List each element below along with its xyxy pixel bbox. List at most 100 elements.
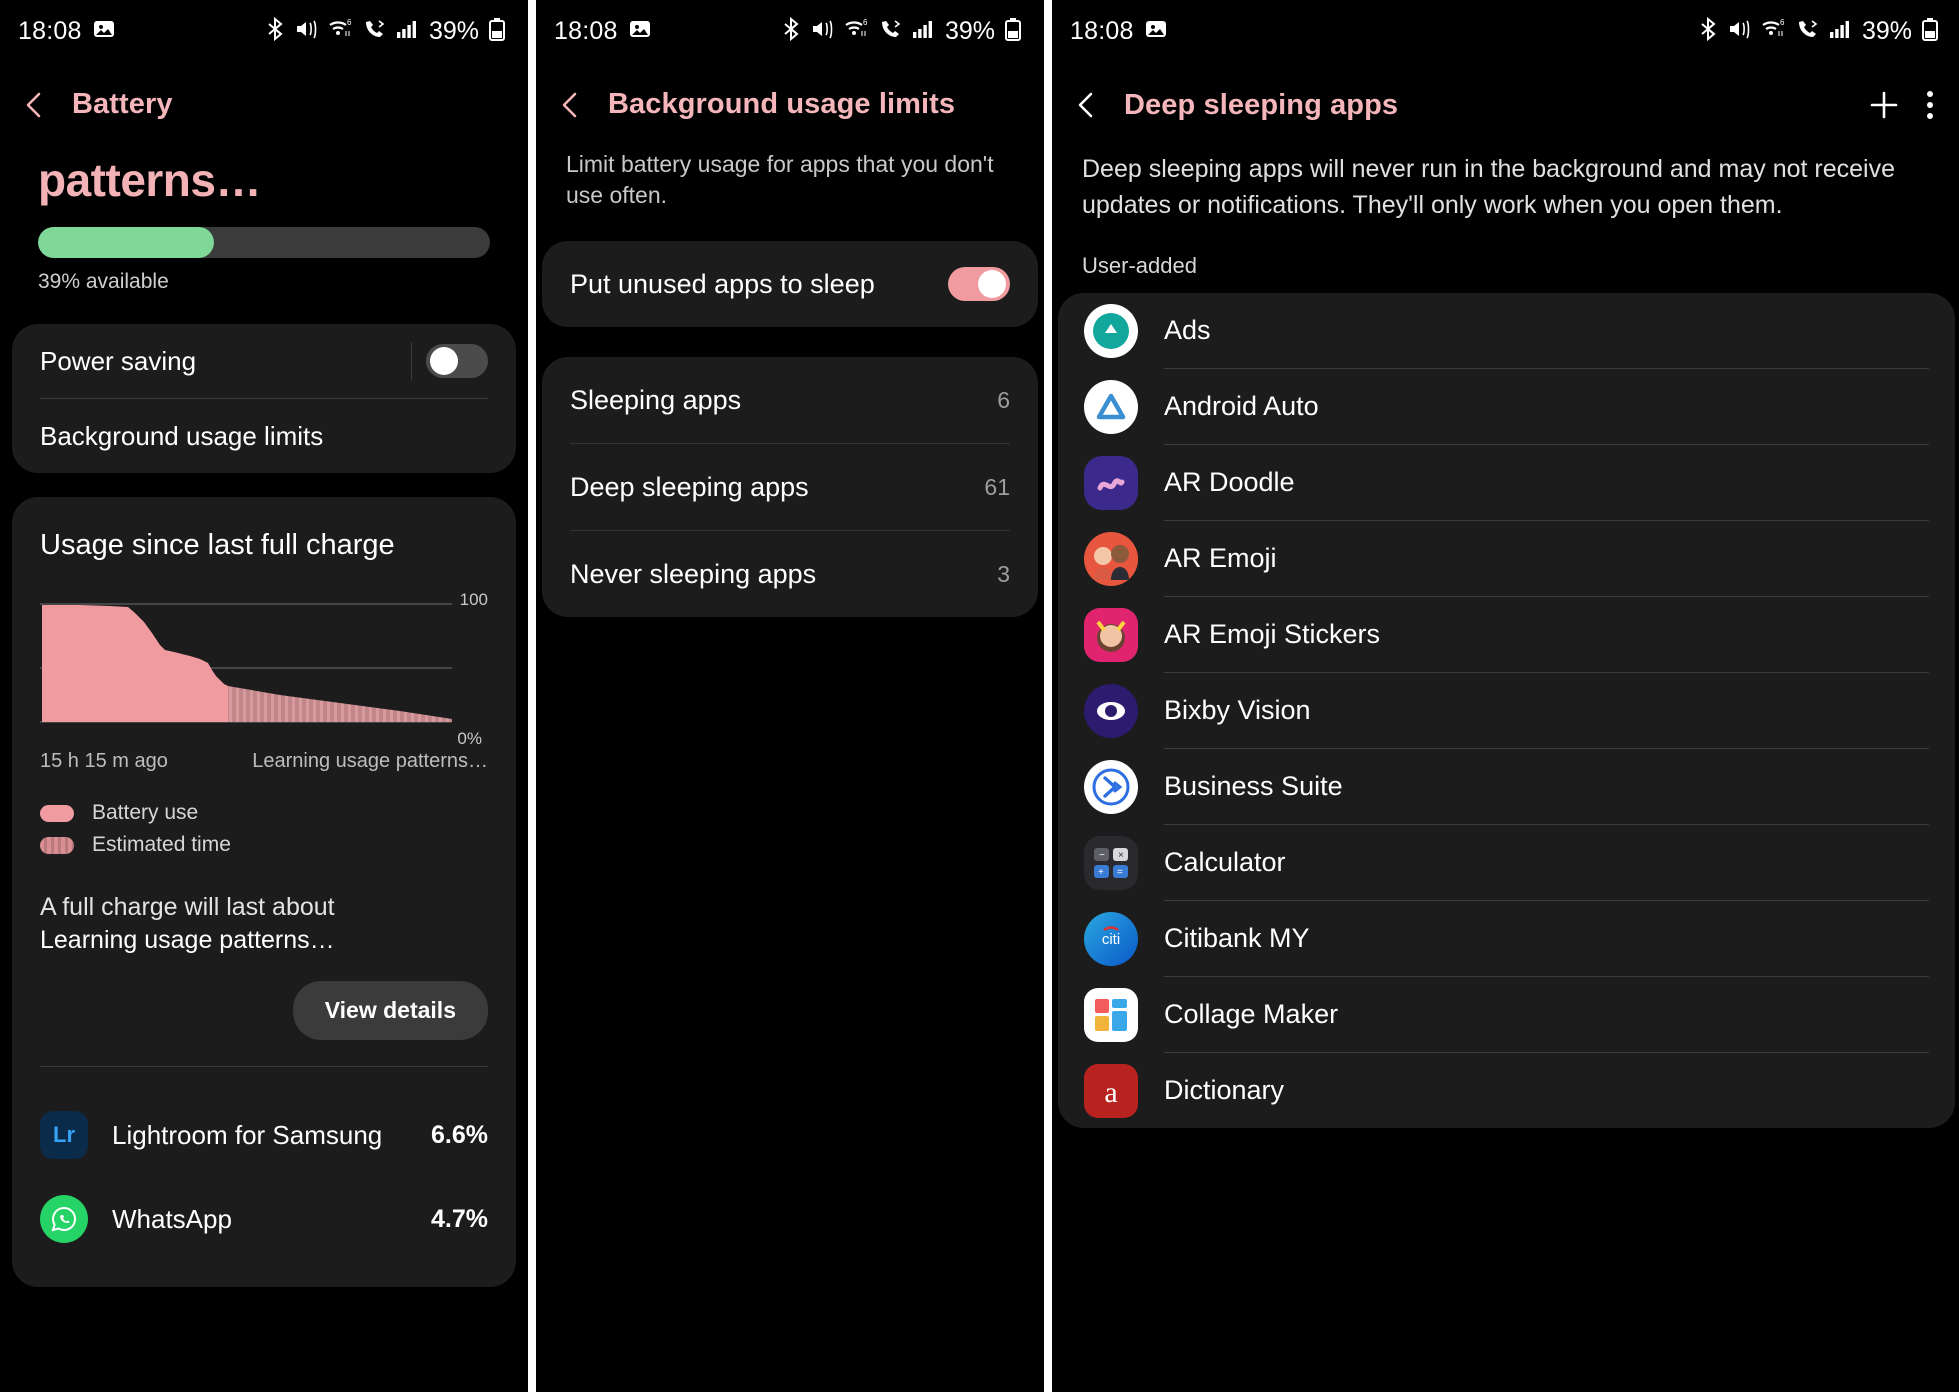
battery-bar-track bbox=[38, 227, 490, 258]
image-icon bbox=[1144, 17, 1168, 46]
app-name: Android Auto bbox=[1164, 391, 1319, 421]
status-bar-right: 6 39% bbox=[782, 16, 1022, 46]
svg-text:6: 6 bbox=[1780, 18, 1785, 27]
call-forwarding-icon bbox=[879, 18, 903, 45]
plus-icon[interactable] bbox=[1867, 88, 1901, 122]
app-name: Bixby Vision bbox=[1164, 695, 1311, 725]
back-chevron-icon[interactable] bbox=[1072, 90, 1102, 120]
chart-legend: Battery use Estimated time bbox=[40, 801, 488, 857]
app-name: Calculator bbox=[1164, 847, 1286, 877]
svg-text:6: 6 bbox=[863, 18, 868, 27]
row-power-saving[interactable]: Power saving bbox=[12, 324, 516, 398]
status-bar-left: 18:08 bbox=[18, 17, 116, 46]
battery-settings-card: Power saving Background usage limits bbox=[12, 324, 516, 473]
row-put-unused-apps-to-sleep[interactable]: Put unused apps to sleep bbox=[542, 241, 1038, 327]
business-suite-icon bbox=[1084, 759, 1138, 814]
list-item[interactable]: AR Emoji bbox=[1058, 521, 1955, 596]
svg-text:citi: citi bbox=[1102, 931, 1120, 948]
bluetooth-icon bbox=[782, 16, 802, 46]
list-item[interactable]: Business Suite bbox=[1058, 749, 1955, 824]
legend-label: Estimated time bbox=[92, 833, 231, 856]
toggle-knob bbox=[978, 270, 1006, 299]
battery-big-title: patterns… bbox=[38, 154, 261, 206]
panel2-subtitle: Limit battery usage for apps that you do… bbox=[566, 151, 994, 209]
signal-bars-icon bbox=[912, 19, 934, 44]
row-deep-sleeping-apps[interactable]: Deep sleeping apps 61 bbox=[542, 444, 1038, 530]
battery-icon bbox=[1004, 17, 1022, 46]
deep-sleeping-apps-list: Ads Android Auto AR Doodle AR Emoji AR E… bbox=[1058, 293, 1955, 1128]
panel-deep-sleeping-apps: 18:08 6 39% Deep sleeping apps Deep slee… bbox=[1052, 0, 1959, 1392]
usage-card: Usage since last full charge 100 0% 15 h… bbox=[12, 497, 516, 1287]
row-never-sleeping-apps[interactable]: Never sleeping apps 3 bbox=[542, 531, 1038, 617]
battery-icon bbox=[488, 17, 506, 46]
legend-item: Estimated time bbox=[40, 833, 488, 857]
full-charge-line2: Learning usage patterns… bbox=[40, 926, 335, 954]
app-name: Lightroom for Samsung bbox=[112, 1119, 383, 1150]
divider bbox=[40, 1066, 488, 1067]
background-usage-limits-label: Background usage limits bbox=[40, 420, 324, 451]
chart-footer: 15 h 15 m ago Learning usage patterns… bbox=[40, 750, 488, 773]
panel-battery: 18:08 6 39% Battery patterns… 39% availa… bbox=[0, 0, 528, 1392]
app-name: Dictionary bbox=[1164, 1075, 1285, 1105]
three-panel-screenshot: 18:08 6 39% Battery patterns… 39% availa… bbox=[0, 0, 1959, 1392]
app-name: AR Emoji bbox=[1164, 543, 1277, 573]
app-name: AR Doodle bbox=[1164, 467, 1295, 497]
sleep-categories-card: Sleeping apps 6 Deep sleeping apps 61 Ne… bbox=[542, 357, 1038, 618]
sleeping-apps-label: Sleeping apps bbox=[570, 384, 742, 415]
list-item[interactable]: WhatsApp 4.7% bbox=[12, 1177, 516, 1261]
app-name: Business Suite bbox=[1164, 771, 1343, 801]
list-item[interactable]: Bixby Vision bbox=[1058, 673, 1955, 748]
never-sleeping-apps-count: 3 bbox=[997, 560, 1010, 587]
row-sleeping-apps[interactable]: Sleeping apps 6 bbox=[542, 357, 1038, 443]
put-unused-apps-card: Put unused apps to sleep bbox=[542, 241, 1038, 328]
status-bar-right: 6 39% bbox=[1699, 16, 1939, 46]
panel1-header: Battery bbox=[0, 62, 528, 135]
list-item[interactable]: Ads bbox=[1058, 293, 1955, 368]
chart-axis-bottom-label: 0% bbox=[457, 729, 482, 748]
battery-level-bar bbox=[0, 217, 528, 258]
list-item[interactable]: Collage Maker bbox=[1058, 977, 1955, 1052]
citibank-icon: citi bbox=[1084, 911, 1138, 966]
ar-doodle-icon bbox=[1084, 455, 1138, 510]
page-title: Background usage limits bbox=[608, 88, 956, 120]
status-bar-left: 18:08 bbox=[554, 17, 652, 46]
bixby-vision-icon bbox=[1084, 683, 1138, 738]
status-bar-right: 6 39% bbox=[266, 16, 506, 46]
list-item[interactable]: − × + = Calculator bbox=[1058, 825, 1955, 900]
battery-usage-chart: 100 0% bbox=[40, 590, 488, 748]
power-saving-toggle[interactable] bbox=[426, 344, 488, 378]
battery-app-list: Lr Lightroom for Samsung 6.6% WhatsApp 4… bbox=[12, 1093, 516, 1261]
status-bar-left: 18:08 bbox=[1070, 17, 1168, 46]
kebab-menu-icon[interactable] bbox=[1927, 91, 1933, 119]
put-unused-apps-toggle[interactable] bbox=[948, 267, 1010, 302]
row-background-usage-limits[interactable]: Background usage limits bbox=[12, 399, 516, 473]
battery-bar-fill bbox=[38, 227, 215, 258]
panel2-header: Background usage limits bbox=[536, 62, 1044, 135]
back-chevron-icon[interactable] bbox=[556, 90, 586, 120]
list-item[interactable]: a Dictionary bbox=[1058, 1053, 1955, 1128]
svg-text:×: × bbox=[1118, 850, 1124, 861]
status-battery-percent: 39% bbox=[1861, 16, 1912, 45]
back-chevron-icon[interactable] bbox=[20, 90, 50, 120]
list-item[interactable]: citi Citibank MY bbox=[1058, 901, 1955, 976]
bluetooth-icon bbox=[266, 16, 286, 46]
svg-text:−: − bbox=[1099, 850, 1105, 861]
deep-sleeping-apps-count: 61 bbox=[984, 473, 1010, 500]
full-charge-line1: A full charge will last about bbox=[40, 893, 335, 921]
panel-gap bbox=[528, 0, 536, 1392]
list-item[interactable]: AR Doodle bbox=[1058, 445, 1955, 520]
list-item[interactable]: Android Auto bbox=[1058, 369, 1955, 444]
usage-title: Usage since last full charge bbox=[40, 529, 395, 561]
list-item[interactable]: Lr Lightroom for Samsung 6.6% bbox=[12, 1093, 516, 1177]
mute-vibrate-icon bbox=[1728, 18, 1752, 45]
section-header-user-added: User-added bbox=[1082, 253, 1197, 278]
legend-swatch-estimated-time bbox=[40, 836, 74, 854]
list-item[interactable]: AR Emoji Stickers bbox=[1058, 597, 1955, 672]
app-name: Collage Maker bbox=[1164, 999, 1339, 1029]
signal-bars-icon bbox=[1829, 19, 1851, 44]
chart-foot-right: Learning usage patterns… bbox=[252, 750, 488, 772]
lightroom-icon: Lr bbox=[40, 1111, 88, 1159]
page-title: Deep sleeping apps bbox=[1124, 88, 1399, 121]
view-details-button[interactable]: View details bbox=[292, 981, 488, 1040]
panel-gap bbox=[1044, 0, 1052, 1392]
